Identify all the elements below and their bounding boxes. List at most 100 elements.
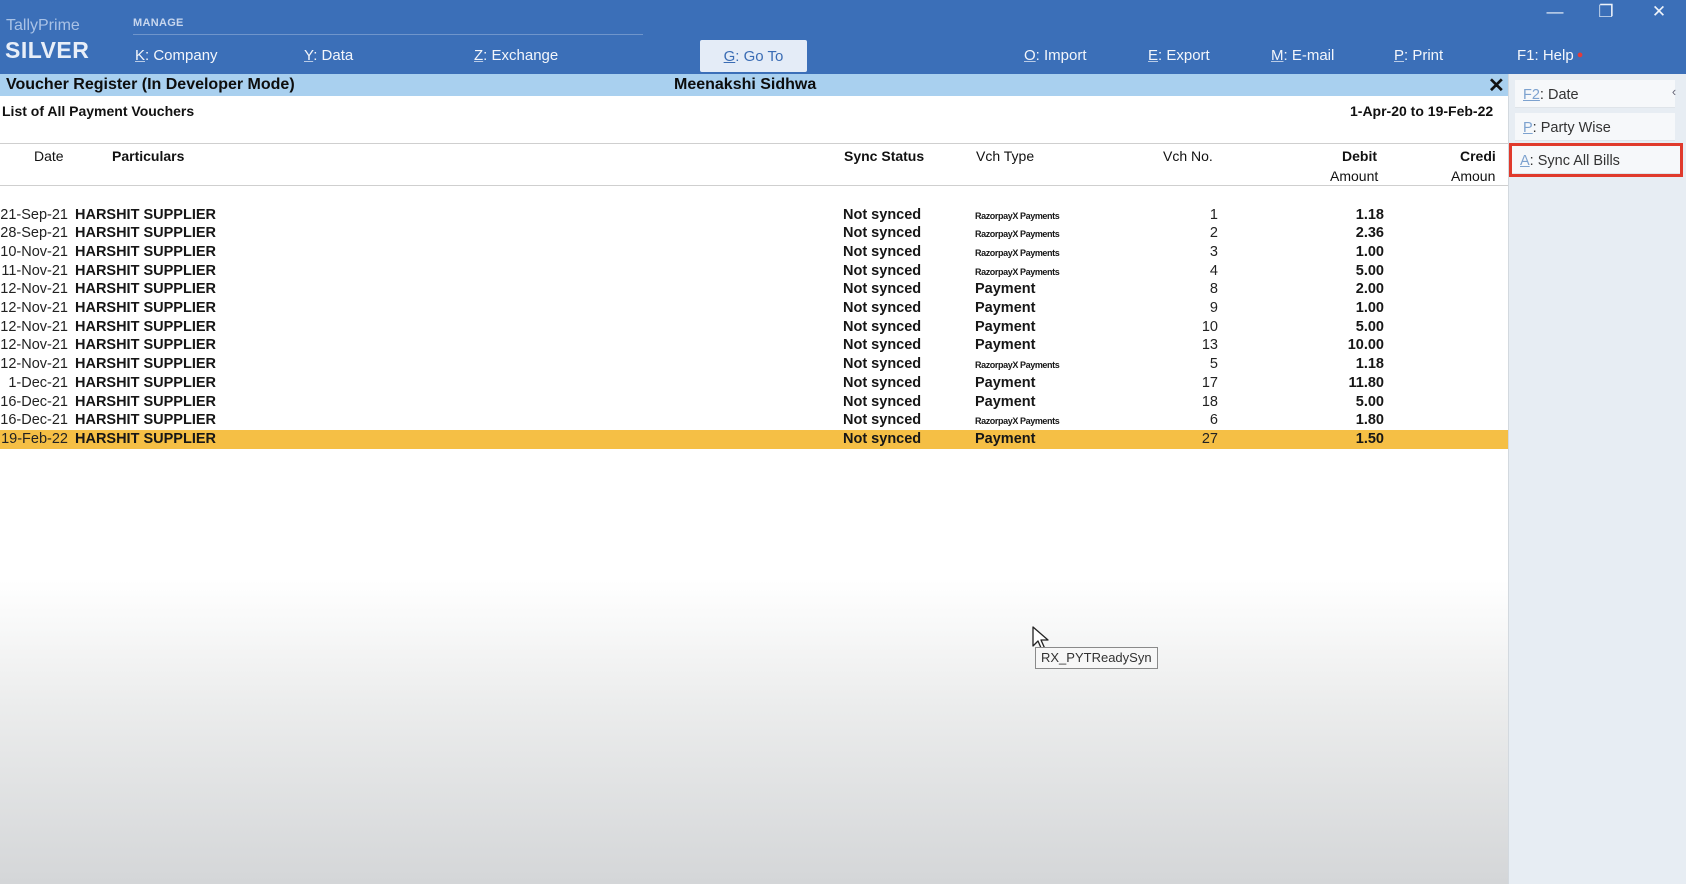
cell-vch-no: 27 [1201, 430, 1218, 447]
header-divider-top [0, 143, 1508, 144]
header-divider-bottom [0, 185, 1508, 186]
cell-vch-no: 1 [1209, 206, 1218, 223]
menu-label: : Import [1035, 47, 1087, 64]
restore-icon[interactable]: ❐ [1591, 2, 1621, 24]
cell-vch-type: Payment [975, 318, 1036, 335]
button-label: : Party Wise [1532, 120, 1611, 136]
cell-vch-type: Payment [975, 281, 1036, 298]
report-period[interactable]: 1-Apr-20 to 19-Feb-22 [1350, 103, 1493, 119]
table-row[interactable]: 21-Sep-21 HARSHIT SUPPLIER Not synced Ra… [0, 206, 1508, 225]
cell-particulars: HARSHIT SUPPLIER [75, 374, 216, 391]
cell-debit: 5.00 [1355, 393, 1384, 410]
menu-key: Z [474, 47, 484, 64]
tooltip: RX_PYTReadySyn [1035, 647, 1158, 669]
cell-particulars: HARSHIT SUPPLIER [75, 393, 216, 410]
table-row[interactable]: 16-Dec-21 HARSHIT SUPPLIER Not synced Ra… [0, 411, 1508, 430]
table-row[interactable]: 1-Dec-21 HARSHIT SUPPLIER Not synced Pay… [0, 374, 1508, 393]
cell-vch-no: 5 [1209, 356, 1218, 373]
cell-vch-type: Payment [975, 430, 1036, 447]
help-alert-dot-icon: ● [1576, 49, 1584, 61]
menu-label: : E-mail [1283, 47, 1335, 64]
cell-vch-type: RazorpayX Payments [975, 247, 1060, 258]
menu-email[interactable]: M: E-mail [1271, 47, 1334, 64]
menu-key: K [135, 47, 146, 64]
table-row[interactable]: 12-Nov-21 HARSHIT SUPPLIER Not synced Pa… [0, 299, 1508, 318]
menu-import[interactable]: O: Import [1024, 47, 1087, 64]
table-row[interactable]: 12-Nov-21 HARSHIT SUPPLIER Not synced Ra… [0, 355, 1508, 374]
table-row[interactable]: 28-Sep-21 HARSHIT SUPPLIER Not synced Ra… [0, 224, 1508, 243]
menu-data[interactable]: Y: Data [304, 47, 353, 64]
table-row[interactable]: 12-Nov-21 HARSHIT SUPPLIER Not synced Pa… [0, 336, 1508, 355]
minimize-icon[interactable]: — [1540, 2, 1570, 24]
table-row[interactable]: 11-Nov-21 HARSHIT SUPPLIER Not synced Ra… [0, 262, 1508, 281]
close-window-icon[interactable]: ✕ [1644, 2, 1674, 24]
cell-vch-type: Payment [975, 393, 1036, 410]
button-key: P [1523, 120, 1533, 136]
table-row[interactable]: 12-Nov-21 HARSHIT SUPPLIER Not synced Pa… [0, 280, 1508, 299]
table-row[interactable]: 16-Dec-21 HARSHIT SUPPLIER Not synced Pa… [0, 393, 1508, 412]
sync-all-bills-button[interactable]: A: Sync All Bills [1509, 143, 1683, 177]
table-row-selected[interactable]: 19-Feb-22 HARSHIT SUPPLIER Not synced Pa… [0, 429, 1508, 449]
cell-particulars: HARSHIT SUPPLIER [75, 243, 216, 260]
menu-label: : Export [1158, 47, 1210, 64]
cell-particulars: HARSHIT SUPPLIER [75, 300, 216, 316]
cell-debit: 1.18 [1355, 206, 1384, 223]
col-debit-sub: Amount [1330, 168, 1379, 184]
cell-vch-type: RazorpayX Payments [975, 266, 1060, 277]
collapse-panel-icon[interactable]: ‹ [1667, 84, 1681, 108]
table-row[interactable]: 10-Nov-21 HARSHIT SUPPLIER Not synced Ra… [0, 243, 1508, 262]
menu-help[interactable]: F1: Help ● [1517, 47, 1583, 64]
cell-date: 19-Feb-22 [1, 430, 68, 447]
manage-section-label: MANAGE [133, 17, 184, 29]
cell-particulars: HARSHIT SUPPLIER [75, 262, 216, 279]
party-wise-button[interactable]: P: Party Wise [1515, 113, 1675, 141]
cell-debit: 1.80 [1355, 412, 1384, 429]
cell-vch-no: 9 [1209, 300, 1218, 316]
cell-vch-type: RazorpayX Payments [975, 210, 1060, 221]
cell-debit: 2.36 [1355, 225, 1384, 242]
top-menu-bar: TallyPrime SILVER MANAGE K: Company Y: D… [0, 0, 1686, 74]
cell-vch-no: 4 [1209, 262, 1218, 279]
cell-vch-no: 17 [1201, 374, 1218, 391]
date-button[interactable]: F2: Date [1515, 80, 1675, 108]
cell-date: 12-Nov-21 [0, 318, 68, 335]
col-credit-sub: Amoun [1451, 168, 1496, 184]
goto-button[interactable]: G: Go To [700, 40, 807, 72]
report-title-bar: Voucher Register (In Developer Mode) Mee… [0, 73, 1508, 98]
menu-label: : Data [313, 47, 354, 64]
cell-sync-status: Not synced [843, 430, 922, 447]
cell-vch-type: RazorpayX Payments [975, 360, 1060, 371]
cell-vch-type: Payment [975, 337, 1036, 354]
col-particulars: Particulars [112, 148, 185, 164]
cell-sync-status: Not synced [843, 206, 922, 223]
cell-vch-type: Payment [975, 374, 1036, 391]
button-label: : Date [1539, 87, 1579, 103]
table-row[interactable]: 12-Nov-21 HARSHIT SUPPLIER Not synced Pa… [0, 318, 1508, 337]
menu-exchange[interactable]: Z: Exchange [474, 47, 558, 64]
menu-print[interactable]: P: Print [1394, 47, 1443, 64]
menu-label: : Company [145, 47, 218, 64]
menu-key: P [1394, 47, 1405, 64]
cell-vch-type: RazorpayX Payments [975, 416, 1060, 427]
menu-company[interactable]: K: Company [135, 47, 218, 64]
cell-particulars: HARSHIT SUPPLIER [75, 318, 216, 335]
cell-vch-no: 18 [1201, 393, 1218, 410]
cell-vch-type: RazorpayX Payments [975, 229, 1060, 240]
cell-date: 11-Nov-21 [1, 262, 68, 279]
cell-vch-no: 10 [1201, 318, 1218, 335]
menu-key: E [1148, 47, 1159, 64]
cell-debit: 10.00 [1347, 337, 1384, 354]
cell-date: 12-Nov-21 [0, 300, 68, 316]
menu-export[interactable]: E: Export [1148, 47, 1210, 64]
menu-label: : Help [1534, 47, 1574, 64]
cell-sync-status: Not synced [843, 356, 922, 373]
close-report-icon[interactable]: ✕ [1488, 73, 1505, 98]
cell-debit: 1.18 [1355, 356, 1384, 373]
menu-key: Y [304, 47, 314, 64]
cell-date: 21-Sep-21 [0, 206, 68, 223]
cell-sync-status: Not synced [843, 281, 922, 298]
menu-key: O [1024, 47, 1036, 64]
col-date: Date [34, 148, 64, 164]
bottom-background [0, 580, 1508, 884]
cell-sync-status: Not synced [843, 225, 922, 242]
